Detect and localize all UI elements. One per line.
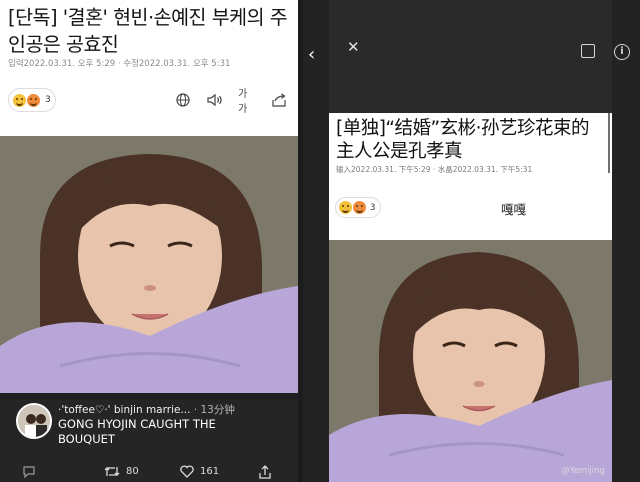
share-icon[interactable]	[270, 91, 288, 109]
scrollbar[interactable]	[608, 113, 610, 173]
heart-icon	[180, 465, 194, 478]
upload-icon	[259, 465, 271, 479]
smile-emoji-icon	[27, 93, 40, 107]
globe-icon[interactable]	[174, 91, 192, 109]
open-external-icon[interactable]	[581, 44, 595, 58]
reaction-count: 3	[370, 202, 376, 213]
translated-meta: 输入2022.03.31. 下午5:29 · 水晶2022.03.31. 下午5…	[336, 165, 533, 174]
article-photo	[0, 136, 298, 400]
tweet-text: GONG HYOJIN CAUGHT THE BOUQUET	[58, 417, 216, 446]
laugh-emoji-icon	[13, 93, 26, 107]
retweet-icon	[104, 467, 120, 476]
laugh-emoji-icon	[339, 201, 352, 214]
share-tweet-button[interactable]	[258, 465, 272, 479]
translated-article-card: [单独]“结婚”玄彬·孙艺珍花束的主人公是孔孝真 输入2022.03.31. 下…	[329, 113, 612, 240]
reaction-count: 3	[45, 95, 51, 105]
weibo-watermark: @Yemijing	[561, 466, 605, 476]
tweet-user[interactable]: ·'toffee♡·' binjin marrie... · 13分钟	[58, 402, 235, 417]
tweet-username: ·'toffee♡·' binjin marrie...	[58, 404, 191, 416]
left-panel: [단독] '결혼' 현빈·손예진 부케의 주인공은 공효진 입력2022.03.…	[0, 0, 298, 482]
translated-article-photo	[329, 240, 612, 482]
reply-icon	[23, 466, 35, 478]
article-toolbar: 가가	[174, 89, 288, 115]
speaker-icon[interactable]	[206, 91, 224, 109]
article-title: [단독] '결혼' 현빈·손예진 부케의 주인공은 공효진	[8, 6, 288, 56]
article-header: [단독] '결혼' 현빈·손예진 부케의 주인공은 공효진 입력2022.03.…	[0, 0, 298, 136]
back-arrow-icon[interactable]: ‹	[308, 44, 315, 65]
tweet-actions: 80 161	[0, 462, 298, 482]
retweet-count: 80	[126, 466, 139, 477]
translated-name: 嘎嘎	[501, 202, 527, 217]
like-count: 161	[200, 466, 220, 477]
reaction-button[interactable]: 3	[8, 88, 56, 112]
reply-button[interactable]	[22, 465, 36, 478]
info-icon[interactable]: i	[614, 44, 630, 60]
font-size-button[interactable]: 가가	[238, 89, 256, 115]
tweet-time: · 13分钟	[193, 404, 235, 416]
right-panel: ‹ ✕ i [单独]“结婚”玄彬·孙艺珍花束的主人公是孔孝真 输入2022.03…	[303, 0, 640, 482]
screenshot-composite: [단독] '결혼' 현빈·손예진 부케의 주인공은 공효진 입력2022.03.…	[0, 0, 640, 482]
translated-title: [单独]“结婚”玄彬·孙艺珍花束的主人公是孔孝真	[336, 118, 590, 162]
avatar[interactable]	[16, 403, 52, 439]
like-button[interactable]: 161	[180, 465, 219, 478]
smile-emoji-icon	[353, 201, 366, 214]
retweet-button[interactable]: 80	[104, 465, 139, 478]
article-meta: 입력2022.03.31. 오후 5:29 · 수정2022.03.31. 오후…	[8, 59, 231, 69]
reaction-button[interactable]: 3	[335, 197, 381, 218]
close-icon[interactable]: ✕	[347, 38, 360, 56]
